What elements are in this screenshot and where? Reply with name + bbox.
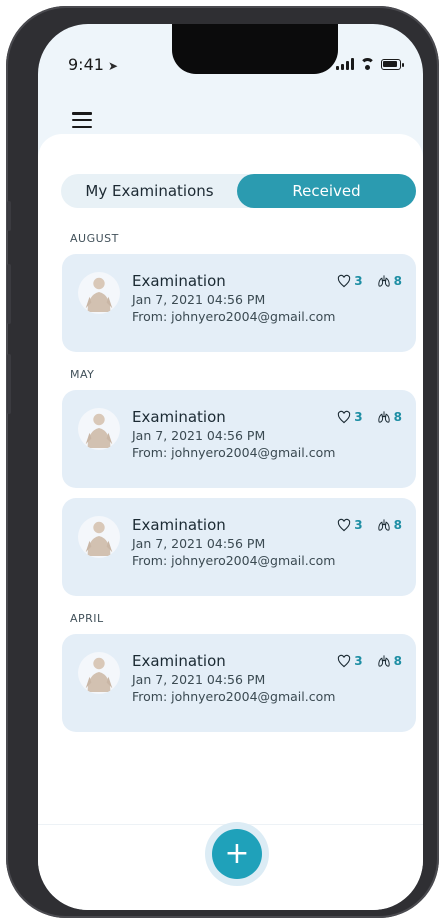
side-button <box>7 354 11 414</box>
heart-count: 3 <box>337 654 363 668</box>
heart-icon <box>338 410 351 424</box>
battery-icon <box>381 58 404 70</box>
exam-meta: Examination Jan 7, 2021 04:56 PM From: j… <box>132 408 335 460</box>
signal-icon <box>336 58 354 70</box>
lungs-count: 8 <box>377 410 402 424</box>
heart-count: 3 <box>337 274 363 288</box>
plus-icon: + <box>224 836 250 871</box>
exam-counts: 3 8 <box>337 654 402 668</box>
exam-meta: Examination Jan 7, 2021 04:56 PM From: j… <box>132 516 335 568</box>
section-header: APRIL <box>70 612 104 625</box>
add-button[interactable]: + <box>212 829 262 879</box>
heart-icon <box>338 274 351 288</box>
exam-from: From: johnyero2004@gmail.com <box>132 689 336 704</box>
lungs-icon <box>377 275 390 287</box>
body-avatar <box>78 272 120 314</box>
side-button <box>7 264 11 324</box>
exam-title: Examination <box>132 652 226 670</box>
status-time: 9:41 ➤ <box>68 54 118 74</box>
exam-card[interactable]: Examination Jan 7, 2021 04:56 PM From: j… <box>62 254 416 352</box>
status-bar: 9:41 ➤ <box>68 54 404 74</box>
heart-count: 3 <box>337 410 363 424</box>
exam-card[interactable]: Examination Jan 7, 2021 04:56 PM From: j… <box>62 390 416 488</box>
lungs-count: 8 <box>377 654 402 668</box>
exam-title: Examination <box>132 408 226 426</box>
exam-from: From: johnyero2004@gmail.com <box>132 553 336 568</box>
body-avatar <box>78 516 120 558</box>
phone-frame: 9:41 ➤ My Examinations Received AUGUST E… <box>6 6 439 918</box>
body-avatar <box>78 652 120 694</box>
exam-counts: 3 8 <box>337 518 402 532</box>
heart-icon <box>338 654 351 668</box>
wifi-icon <box>360 58 375 70</box>
heart-icon <box>338 518 351 532</box>
segmented-control: My Examinations Received <box>61 174 416 208</box>
exam-meta: Examination Jan 7, 2021 04:56 PM From: j… <box>132 272 335 324</box>
lungs-icon <box>377 519 390 531</box>
lungs-count: 8 <box>377 274 402 288</box>
body-avatar <box>78 408 120 450</box>
lungs-icon <box>377 655 390 667</box>
screen: 9:41 ➤ My Examinations Received AUGUST E… <box>38 24 423 910</box>
main-content: My Examinations Received AUGUST Examinat… <box>38 134 423 824</box>
exam-from: From: johnyero2004@gmail.com <box>132 445 336 460</box>
section-header: AUGUST <box>70 232 119 245</box>
menu-icon[interactable] <box>72 112 92 128</box>
lungs-count: 8 <box>377 518 402 532</box>
exam-date: Jan 7, 2021 04:56 PM <box>132 428 266 443</box>
exam-title: Examination <box>132 272 226 290</box>
location-arrow-icon: ➤ <box>107 58 118 73</box>
exam-meta: Examination Jan 7, 2021 04:56 PM From: j… <box>132 652 335 704</box>
exam-date: Jan 7, 2021 04:56 PM <box>132 292 266 307</box>
section-header: MAY <box>70 368 95 381</box>
exam-from: From: johnyero2004@gmail.com <box>132 309 336 324</box>
tab-received[interactable]: Received <box>237 174 416 208</box>
heart-count: 3 <box>337 518 363 532</box>
exam-counts: 3 8 <box>337 410 402 424</box>
status-icons <box>336 58 404 70</box>
exam-date: Jan 7, 2021 04:56 PM <box>132 672 266 687</box>
exam-card[interactable]: Examination Jan 7, 2021 04:56 PM From: j… <box>62 634 416 732</box>
exam-date: Jan 7, 2021 04:56 PM <box>132 536 266 551</box>
tab-my-examinations[interactable]: My Examinations <box>61 174 238 208</box>
exam-card[interactable]: Examination Jan 7, 2021 04:56 PM From: j… <box>62 498 416 596</box>
lungs-icon <box>377 411 390 423</box>
exam-counts: 3 8 <box>337 274 402 288</box>
exam-title: Examination <box>132 516 226 534</box>
side-button <box>7 201 11 231</box>
